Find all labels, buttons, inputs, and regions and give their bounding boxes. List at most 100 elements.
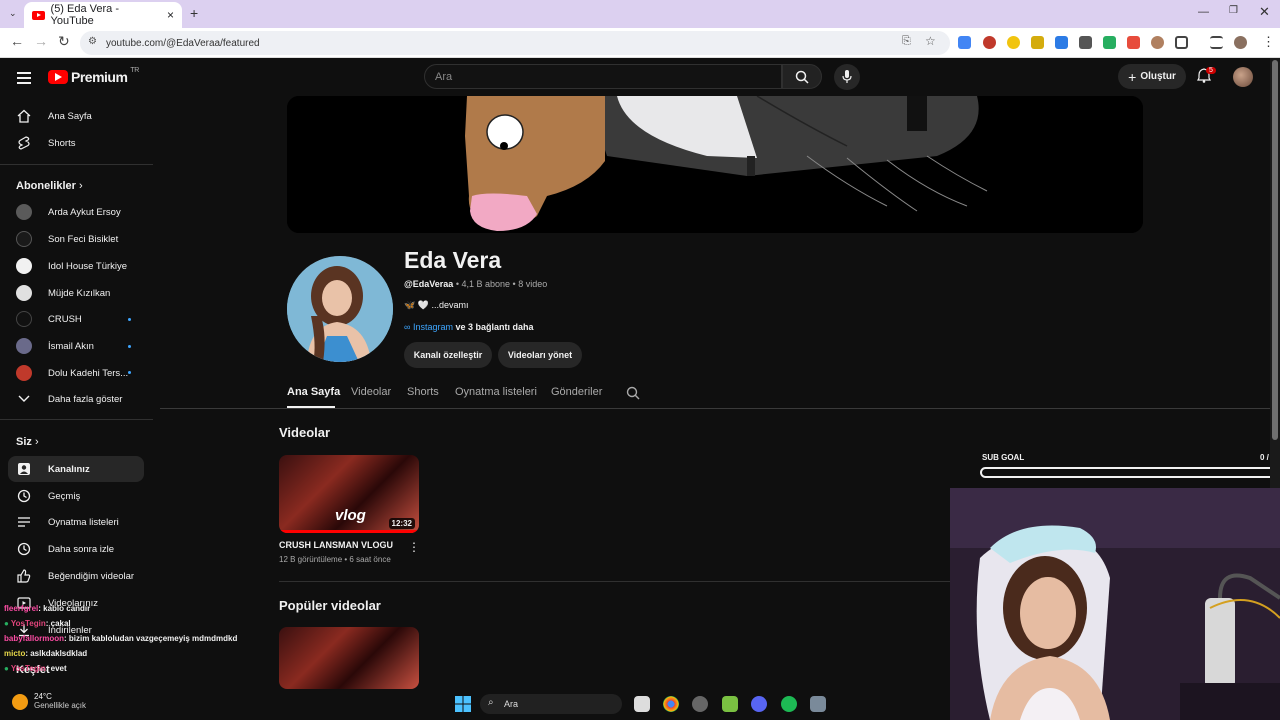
subscriptions-heading[interactable]: Abonelikler › xyxy=(16,180,83,192)
tab-videos[interactable]: Videolar xyxy=(351,386,391,398)
minimize-window-icon[interactable]: — xyxy=(1198,6,1209,18)
history-icon xyxy=(16,488,32,504)
extension-grey-icon[interactable] xyxy=(1079,36,1092,49)
logo-region: TR xyxy=(130,66,139,74)
youtube-premium-logo[interactable]: Premium TR xyxy=(48,66,139,85)
channel-search-icon[interactable] xyxy=(626,386,640,400)
tabs-divider xyxy=(160,408,1270,409)
back-arrow-icon[interactable]: ← xyxy=(10,33,24,49)
scrollbar-thumb[interactable] xyxy=(1272,60,1278,440)
temperature: 24°C xyxy=(34,692,52,701)
channel-avatar xyxy=(16,338,32,354)
tab-shorts[interactable]: Shorts xyxy=(407,386,439,398)
thumbnail-text: vlog xyxy=(335,507,366,524)
sidebar-item-watch-later[interactable]: Daha sonra izle xyxy=(8,536,144,562)
chevron-right-icon: › xyxy=(78,180,83,192)
sidebar-show-more[interactable]: Daha fazla göster xyxy=(8,386,144,412)
popular-section-title: Popüler videolar xyxy=(279,598,381,613)
install-app-icon[interactable]: ⎘ xyxy=(902,35,911,48)
sidebar-item-liked-videos[interactable]: Beğendiğim videolar xyxy=(8,563,144,589)
video-thumbnail[interactable] xyxy=(279,627,419,689)
extension-red-icon[interactable] xyxy=(983,36,996,49)
sidebar-sub-item[interactable]: Son Feci Bisiklet xyxy=(8,226,144,252)
sidebar-item-label: Ana Sayfa xyxy=(48,110,92,122)
you-title: Siz xyxy=(16,436,32,448)
sidebar-sub-item[interactable]: İsmail Akın xyxy=(8,333,144,359)
sidebar-sub-item[interactable]: Müjde Kızılkan xyxy=(8,280,144,306)
channel-handle: @EdaVeraa xyxy=(404,279,454,289)
extension-brown-icon[interactable] xyxy=(1151,36,1164,49)
sidebar-item-label: Dolu Kadehi Ters... xyxy=(48,367,129,379)
new-tab-button[interactable]: + xyxy=(190,5,198,21)
address-bar[interactable]: ⚙ youtube.com/@EdaVeraa/featured ⎘ ☆ xyxy=(80,31,950,55)
youtube-play-logo-icon xyxy=(48,70,68,84)
forward-arrow-icon[interactable]: → xyxy=(34,33,48,49)
site-info-icon[interactable]: ⚙ xyxy=(88,36,97,47)
spotify-icon[interactable] xyxy=(781,696,797,712)
create-button[interactable]: + Oluştur xyxy=(1118,64,1186,89)
obs-icon[interactable] xyxy=(692,696,708,712)
manage-videos-button[interactable]: Videoları yönet xyxy=(498,342,582,368)
voice-search-button[interactable] xyxy=(834,64,860,90)
live-app-icon[interactable] xyxy=(722,696,738,712)
search-icon xyxy=(795,70,809,84)
tab-list-chevron-icon[interactable]: ⌄ xyxy=(9,8,17,19)
taskbar-search[interactable]: ⌕ Ara xyxy=(480,694,622,714)
sidebar-item-shorts[interactable]: Shorts xyxy=(8,130,144,156)
extension-blue-icon[interactable] xyxy=(1055,36,1068,49)
restore-window-icon[interactable]: ❐ xyxy=(1229,5,1238,16)
video-menu-icon[interactable]: ⋮ xyxy=(408,540,420,554)
sidebar-item-playlists[interactable]: Oynatma listeleri xyxy=(8,509,144,535)
task-view-icon[interactable] xyxy=(634,696,650,712)
extension-gold-icon[interactable] xyxy=(1031,36,1044,49)
banner-cartoon-illustration xyxy=(287,96,1143,233)
video-thumbnail[interactable]: vlog 12:32 xyxy=(279,455,419,533)
sidebar-sub-item[interactable]: CRUSH xyxy=(8,306,144,332)
sidebar-item-home[interactable]: Ana Sayfa xyxy=(8,103,144,129)
tab-close-icon[interactable]: × xyxy=(167,8,174,22)
windows-start-icon[interactable] xyxy=(455,696,471,712)
browser-tab-bar: ⌄ (5) Eda Vera - YouTube × + — ❐ ✕ xyxy=(0,0,1280,28)
browser-tab[interactable]: (5) Eda Vera - YouTube × xyxy=(24,2,182,28)
sidebar-sub-item[interactable]: Idol House Türkiye xyxy=(8,253,144,279)
extension-yellow-icon[interactable] xyxy=(1007,36,1020,49)
sidebar-sub-item[interactable]: Dolu Kadehi Ters... xyxy=(8,360,144,386)
translate-extension-icon[interactable] xyxy=(958,36,971,49)
channel-avatar-large[interactable] xyxy=(287,256,393,362)
sidebar-item-your-channel[interactable]: Kanalınız xyxy=(8,456,144,482)
tab-playlists[interactable]: Oynatma listeleri xyxy=(455,386,537,398)
browser-menu-icon[interactable]: ⋮ xyxy=(1262,34,1275,50)
bookmark-star-icon[interactable]: ☆ xyxy=(925,34,936,48)
close-window-icon[interactable]: ✕ xyxy=(1259,4,1270,20)
search-button[interactable] xyxy=(782,64,822,89)
video-title[interactable]: CRUSH LANSMAN VLOGU xyxy=(279,540,393,550)
instagram-link[interactable]: Instagram xyxy=(413,322,453,332)
tab-home[interactable]: Ana Sayfa xyxy=(287,386,340,398)
chrome-icon[interactable] xyxy=(663,696,679,712)
tab-posts[interactable]: Gönderiler xyxy=(551,386,602,398)
customize-channel-button[interactable]: Kanalı özelleştir xyxy=(404,342,492,368)
reload-icon[interactable]: ↻ xyxy=(58,33,70,50)
reading-list-icon[interactable] xyxy=(1210,36,1223,49)
search-input[interactable]: Ara xyxy=(424,64,782,89)
sub-goal-progress-bar xyxy=(980,467,1278,478)
weather-condition: Genellikle açık xyxy=(34,701,87,710)
profile-avatar-icon[interactable] xyxy=(1234,36,1247,49)
sidebar-sub-item[interactable]: Arda Aykut Ersoy xyxy=(8,199,144,225)
settings-gear-icon[interactable] xyxy=(810,696,826,712)
sidebar-item-history[interactable]: Geçmiş xyxy=(8,483,144,509)
menu-hamburger-icon[interactable] xyxy=(17,72,31,87)
extensions-puzzle-icon[interactable] xyxy=(1175,36,1188,49)
sub-goal-label: SUB GOAL xyxy=(982,453,1025,462)
channel-description[interactable]: 🦋 🤍 ...devamı xyxy=(404,300,468,311)
channel-links[interactable]: ∞ Instagram ve 3 bağlantı daha xyxy=(404,322,534,332)
weather-widget[interactable]: 24°C Genellikle açık xyxy=(12,692,86,710)
youtube-favicon-icon xyxy=(32,10,45,20)
discord-icon[interactable] xyxy=(751,696,767,712)
extension-tp-icon[interactable] xyxy=(1127,36,1140,49)
account-icon xyxy=(16,461,32,477)
account-avatar[interactable] xyxy=(1233,67,1253,87)
you-heading[interactable]: Siz › xyxy=(16,436,39,448)
more-links[interactable]: ve 3 bağlantı daha xyxy=(455,322,533,332)
extension-green-icon[interactable] xyxy=(1103,36,1116,49)
